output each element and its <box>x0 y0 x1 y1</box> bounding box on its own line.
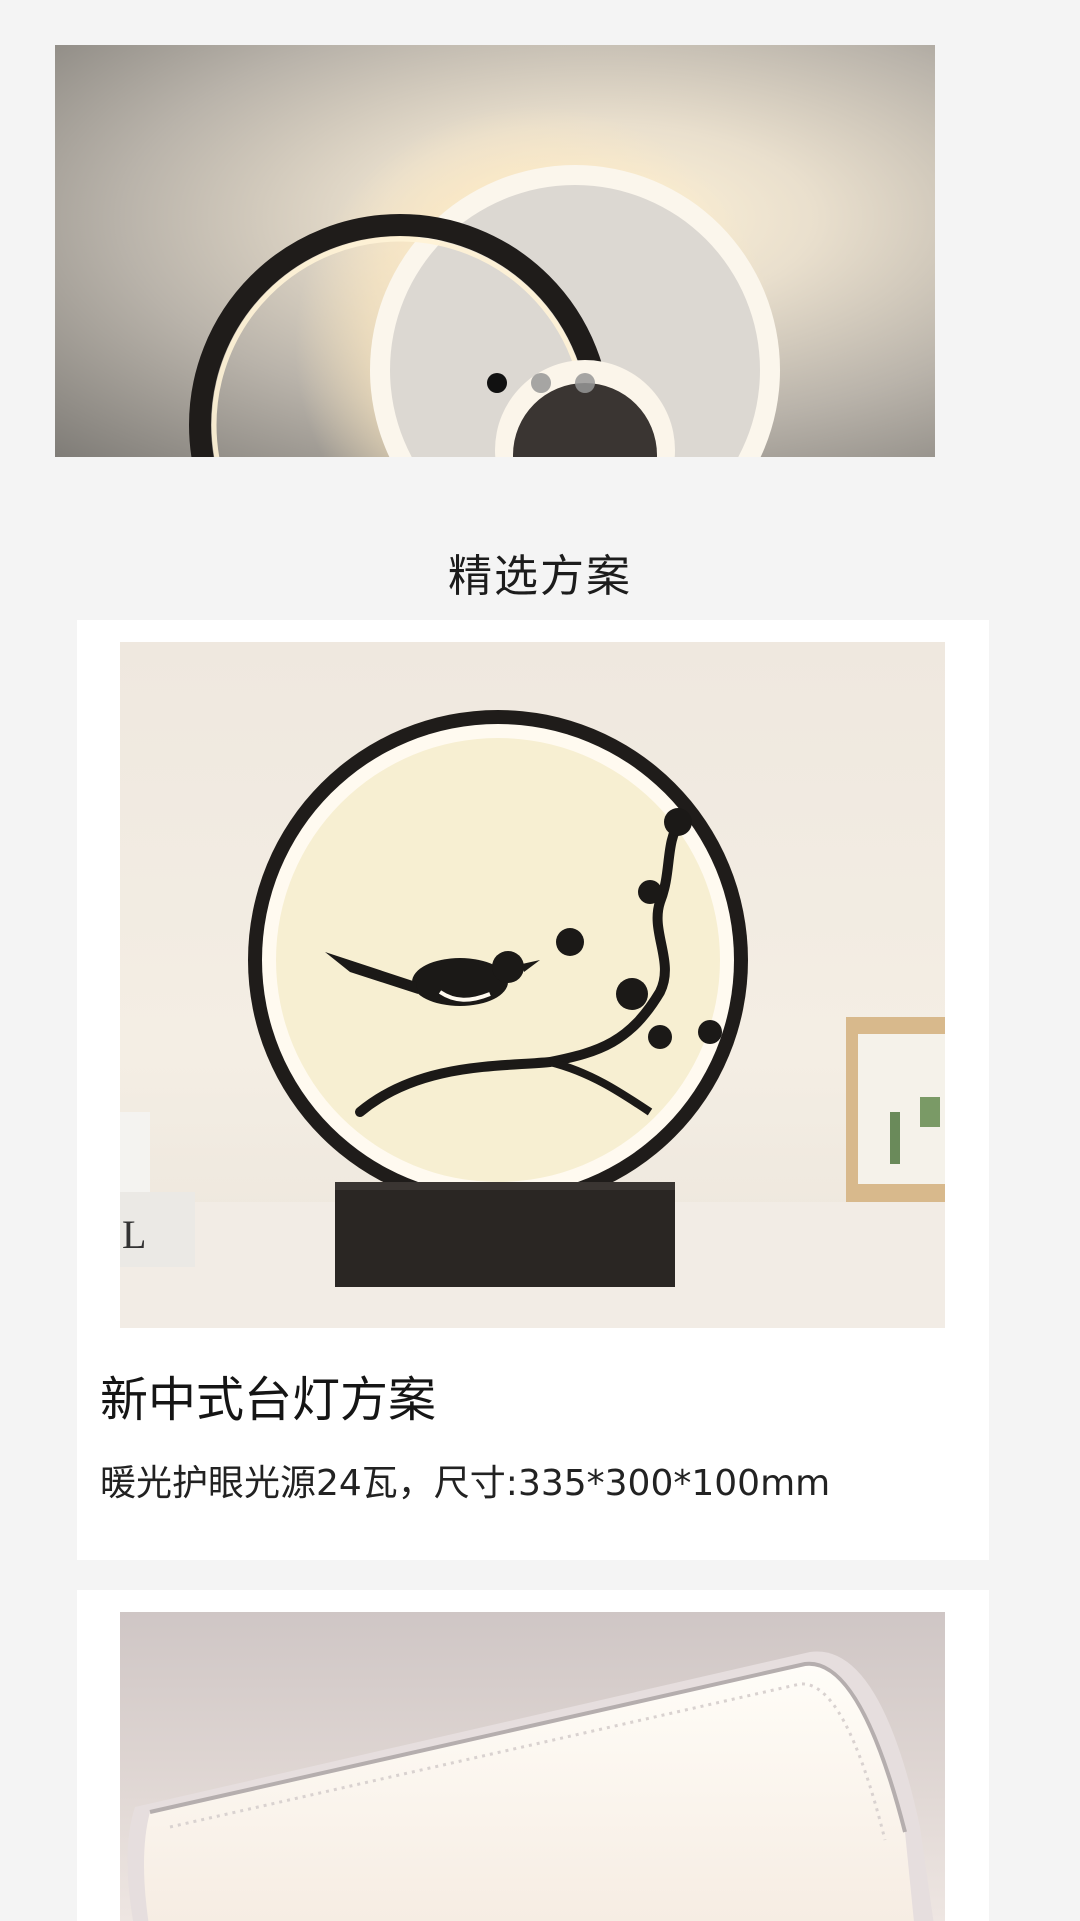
scheme-card[interactable]: L 新中式台灯方案 暖光护眼光源24瓦，尺寸:335*300*100mm <box>77 620 989 1560</box>
scheme-card[interactable] <box>77 1590 989 1921</box>
table-lamp-bird-branch-image: L <box>120 710 945 1328</box>
carousel-dot-1[interactable] <box>487 373 507 393</box>
card-title: 新中式台灯方案 <box>100 1372 437 1428</box>
section-title: 精选方案 <box>448 551 632 602</box>
card-image: L <box>120 642 945 1328</box>
card-description: 暖光护眼光源24瓦，尺寸:335*300*100mm <box>100 1463 831 1504</box>
svg-text:L: L <box>122 1212 146 1257</box>
ceiling-light-rectangle-image <box>127 1651 934 1921</box>
page: 精选方案 L 新中式台灯方案 暖光护眼光源24瓦，尺寸:335*300*100m… <box>0 0 1080 1921</box>
carousel-dot-2[interactable] <box>531 373 551 393</box>
carousel-dot-3[interactable] <box>575 373 595 393</box>
wall-lamp-rings-image <box>189 105 780 457</box>
card-image <box>120 1612 945 1921</box>
banner-carousel[interactable] <box>55 45 935 457</box>
